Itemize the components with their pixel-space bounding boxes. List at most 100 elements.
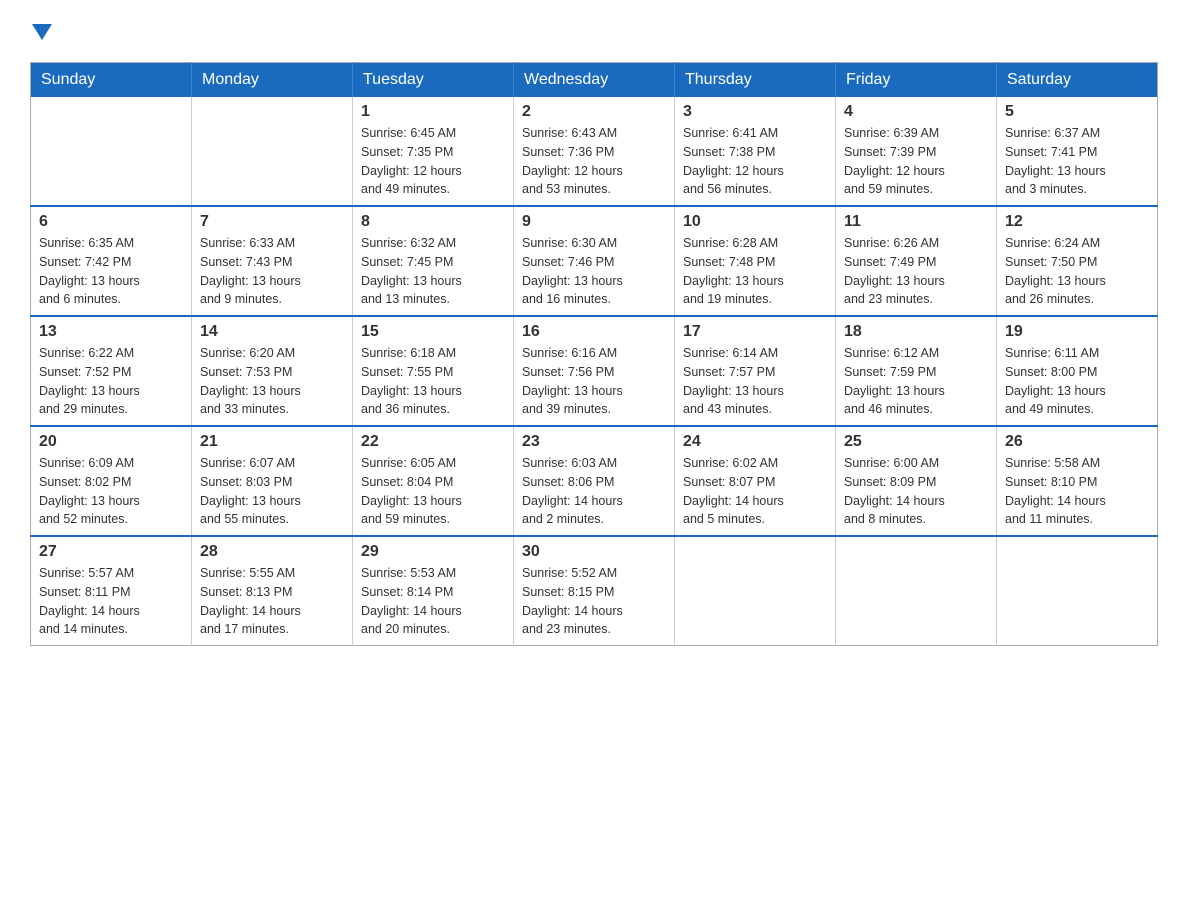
week-row-2: 6 Sunrise: 6:35 AM Sunset: 7:42 PM Daylig… bbox=[31, 206, 1158, 316]
calendar-cell bbox=[192, 97, 353, 206]
cell-day-number: 12 bbox=[1005, 213, 1149, 231]
calendar-cell bbox=[997, 536, 1158, 646]
cell-sun-info: Sunrise: 6:07 AM Sunset: 8:03 PM Dayligh… bbox=[200, 454, 344, 529]
cell-day-number: 26 bbox=[1005, 433, 1149, 451]
week-row-3: 13 Sunrise: 6:22 AM Sunset: 7:52 PM Dayli… bbox=[31, 316, 1158, 426]
cell-day-number: 25 bbox=[844, 433, 988, 451]
calendar-cell: 27Sunrise: 5:57 AM Sunset: 8:11 PM Dayli… bbox=[31, 536, 192, 646]
calendar-cell bbox=[31, 97, 192, 206]
cell-day-number: 7 bbox=[200, 213, 344, 231]
cell-sun-info: Sunrise: 6:37 AM Sunset: 7:41 PM Dayligh… bbox=[1005, 124, 1149, 199]
cell-sun-info: Sunrise: 6:22 AM Sunset: 7:52 PM Dayligh… bbox=[39, 344, 183, 419]
cell-day-number: 6 bbox=[39, 213, 183, 231]
cell-sun-info: Sunrise: 6:16 AM Sunset: 7:56 PM Dayligh… bbox=[522, 344, 666, 419]
weekday-header-row: SundayMondayTuesdayWednesdayThursdayFrid… bbox=[31, 63, 1158, 98]
cell-day-number: 19 bbox=[1005, 323, 1149, 341]
cell-sun-info: Sunrise: 6:00 AM Sunset: 8:09 PM Dayligh… bbox=[844, 454, 988, 529]
cell-day-number: 5 bbox=[1005, 103, 1149, 121]
cell-day-number: 1 bbox=[361, 103, 505, 121]
cell-sun-info: Sunrise: 5:58 AM Sunset: 8:10 PM Dayligh… bbox=[1005, 454, 1149, 529]
week-row-1: 1 Sunrise: 6:45 AM Sunset: 7:35 PM Daylig… bbox=[31, 97, 1158, 206]
cell-day-number: 21 bbox=[200, 433, 344, 451]
cell-sun-info: Sunrise: 6:43 AM Sunset: 7:36 PM Dayligh… bbox=[522, 124, 666, 199]
calendar-cell: 29 Sunrise: 5:53 AM Sunset: 8:14 PM Dayli… bbox=[353, 536, 514, 646]
cell-sun-info: Sunrise: 6:11 AM Sunset: 8:00 PM Dayligh… bbox=[1005, 344, 1149, 419]
cell-day-number: 22 bbox=[361, 433, 505, 451]
cell-day-number: 11 bbox=[844, 213, 988, 231]
cell-day-number: 3 bbox=[683, 103, 827, 121]
calendar-cell bbox=[675, 536, 836, 646]
cell-day-number: 4 bbox=[844, 103, 988, 121]
cell-day-number: 29 bbox=[361, 543, 505, 561]
calendar-cell: 13 Sunrise: 6:22 AM Sunset: 7:52 PM Dayli… bbox=[31, 316, 192, 426]
calendar-cell: 2 Sunrise: 6:43 AM Sunset: 7:36 PM Daylig… bbox=[514, 97, 675, 206]
cell-sun-info: Sunrise: 5:52 AM Sunset: 8:15 PM Dayligh… bbox=[522, 564, 666, 639]
cell-day-number: 9 bbox=[522, 213, 666, 231]
cell-day-number: 15 bbox=[361, 323, 505, 341]
cell-sun-info: Sunrise: 6:39 AM Sunset: 7:39 PM Dayligh… bbox=[844, 124, 988, 199]
cell-sun-info: Sunrise: 6:33 AM Sunset: 7:43 PM Dayligh… bbox=[200, 234, 344, 309]
calendar-cell: 20 Sunrise: 6:09 AM Sunset: 8:02 PM Dayli… bbox=[31, 426, 192, 536]
cell-day-number: 16 bbox=[522, 323, 666, 341]
cell-day-number: 14 bbox=[200, 323, 344, 341]
weekday-header-wednesday: Wednesday bbox=[514, 63, 675, 98]
calendar-cell: 4 Sunrise: 6:39 AM Sunset: 7:39 PM Daylig… bbox=[836, 97, 997, 206]
week-row-4: 20 Sunrise: 6:09 AM Sunset: 8:02 PM Dayli… bbox=[31, 426, 1158, 536]
calendar-cell: 6 Sunrise: 6:35 AM Sunset: 7:42 PM Daylig… bbox=[31, 206, 192, 316]
calendar-cell: 16 Sunrise: 6:16 AM Sunset: 7:56 PM Dayli… bbox=[514, 316, 675, 426]
cell-day-number: 2 bbox=[522, 103, 666, 121]
calendar-cell: 7 Sunrise: 6:33 AM Sunset: 7:43 PM Daylig… bbox=[192, 206, 353, 316]
cell-day-number: 10 bbox=[683, 213, 827, 231]
cell-day-number: 24 bbox=[683, 433, 827, 451]
page-header bbox=[30, 20, 1158, 42]
calendar-cell bbox=[836, 536, 997, 646]
cell-day-number: 13 bbox=[39, 323, 183, 341]
cell-sun-info: Sunrise: 5:57 AM Sunset: 8:11 PM Dayligh… bbox=[39, 564, 183, 639]
cell-sun-info: Sunrise: 6:45 AM Sunset: 7:35 PM Dayligh… bbox=[361, 124, 505, 199]
cell-day-number: 30 bbox=[522, 543, 666, 561]
cell-sun-info: Sunrise: 6:35 AM Sunset: 7:42 PM Dayligh… bbox=[39, 234, 183, 309]
weekday-header-sunday: Sunday bbox=[31, 63, 192, 98]
cell-sun-info: Sunrise: 6:18 AM Sunset: 7:55 PM Dayligh… bbox=[361, 344, 505, 419]
calendar-cell: 10 Sunrise: 6:28 AM Sunset: 7:48 PM Dayli… bbox=[675, 206, 836, 316]
cell-sun-info: Sunrise: 6:41 AM Sunset: 7:38 PM Dayligh… bbox=[683, 124, 827, 199]
weekday-header-tuesday: Tuesday bbox=[353, 63, 514, 98]
cell-day-number: 20 bbox=[39, 433, 183, 451]
cell-sun-info: Sunrise: 6:14 AM Sunset: 7:57 PM Dayligh… bbox=[683, 344, 827, 419]
cell-sun-info: Sunrise: 6:30 AM Sunset: 7:46 PM Dayligh… bbox=[522, 234, 666, 309]
weekday-header-friday: Friday bbox=[836, 63, 997, 98]
calendar-cell: 12 Sunrise: 6:24 AM Sunset: 7:50 PM Dayli… bbox=[997, 206, 1158, 316]
cell-day-number: 18 bbox=[844, 323, 988, 341]
cell-sun-info: Sunrise: 6:09 AM Sunset: 8:02 PM Dayligh… bbox=[39, 454, 183, 529]
calendar-cell: 24 Sunrise: 6:02 AM Sunset: 8:07 PM Dayli… bbox=[675, 426, 836, 536]
logo bbox=[30, 20, 52, 42]
cell-sun-info: Sunrise: 6:02 AM Sunset: 8:07 PM Dayligh… bbox=[683, 454, 827, 529]
cell-sun-info: Sunrise: 5:53 AM Sunset: 8:14 PM Dayligh… bbox=[361, 564, 505, 639]
cell-sun-info: Sunrise: 6:28 AM Sunset: 7:48 PM Dayligh… bbox=[683, 234, 827, 309]
cell-sun-info: Sunrise: 6:12 AM Sunset: 7:59 PM Dayligh… bbox=[844, 344, 988, 419]
calendar-table: SundayMondayTuesdayWednesdayThursdayFrid… bbox=[30, 62, 1158, 646]
weekday-header-monday: Monday bbox=[192, 63, 353, 98]
calendar-cell: 23Sunrise: 6:03 AM Sunset: 8:06 PM Dayli… bbox=[514, 426, 675, 536]
calendar-cell: 22Sunrise: 6:05 AM Sunset: 8:04 PM Dayli… bbox=[353, 426, 514, 536]
cell-sun-info: Sunrise: 6:26 AM Sunset: 7:49 PM Dayligh… bbox=[844, 234, 988, 309]
weekday-header-thursday: Thursday bbox=[675, 63, 836, 98]
calendar-cell: 25 Sunrise: 6:00 AM Sunset: 8:09 PM Dayli… bbox=[836, 426, 997, 536]
calendar-cell: 26 Sunrise: 5:58 AM Sunset: 8:10 PM Dayli… bbox=[997, 426, 1158, 536]
calendar-cell: 14 Sunrise: 6:20 AM Sunset: 7:53 PM Dayli… bbox=[192, 316, 353, 426]
calendar-cell: 1 Sunrise: 6:45 AM Sunset: 7:35 PM Daylig… bbox=[353, 97, 514, 206]
cell-sun-info: Sunrise: 6:24 AM Sunset: 7:50 PM Dayligh… bbox=[1005, 234, 1149, 309]
logo-triangle-icon bbox=[32, 24, 52, 40]
calendar-cell: 3 Sunrise: 6:41 AM Sunset: 7:38 PM Daylig… bbox=[675, 97, 836, 206]
cell-sun-info: Sunrise: 6:32 AM Sunset: 7:45 PM Dayligh… bbox=[361, 234, 505, 309]
calendar-cell: 30 Sunrise: 5:52 AM Sunset: 8:15 PM Dayli… bbox=[514, 536, 675, 646]
calendar-cell: 18 Sunrise: 6:12 AM Sunset: 7:59 PM Dayli… bbox=[836, 316, 997, 426]
cell-sun-info: Sunrise: 5:55 AM Sunset: 8:13 PM Dayligh… bbox=[200, 564, 344, 639]
calendar-cell: 17Sunrise: 6:14 AM Sunset: 7:57 PM Dayli… bbox=[675, 316, 836, 426]
calendar-cell: 8 Sunrise: 6:32 AM Sunset: 7:45 PM Daylig… bbox=[353, 206, 514, 316]
calendar-cell: 19 Sunrise: 6:11 AM Sunset: 8:00 PM Dayli… bbox=[997, 316, 1158, 426]
cell-day-number: 8 bbox=[361, 213, 505, 231]
calendar-cell: 15 Sunrise: 6:18 AM Sunset: 7:55 PM Dayli… bbox=[353, 316, 514, 426]
calendar-cell: 5 Sunrise: 6:37 AM Sunset: 7:41 PM Daylig… bbox=[997, 97, 1158, 206]
cell-sun-info: Sunrise: 6:20 AM Sunset: 7:53 PM Dayligh… bbox=[200, 344, 344, 419]
